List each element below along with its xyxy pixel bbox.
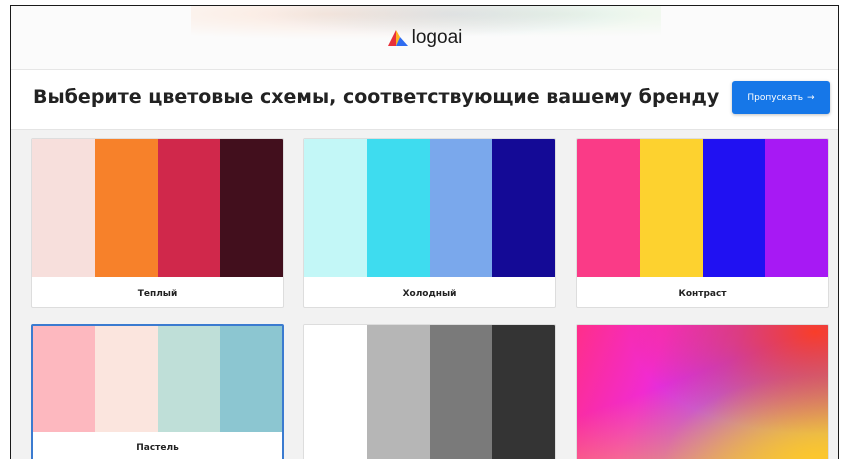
- triangle-logo-icon: [387, 29, 408, 46]
- color-swatch: [157, 139, 221, 277]
- page-title: Выберите цветовые схемы, соответствующие…: [33, 86, 720, 108]
- palette-swatches: [33, 326, 282, 432]
- color-swatch: [492, 139, 555, 277]
- color-swatch: [366, 325, 430, 459]
- color-swatch: [157, 326, 220, 432]
- color-swatch: [220, 139, 283, 277]
- color-swatch: [702, 139, 766, 277]
- palette-card-cold[interactable]: Холодный: [303, 138, 556, 308]
- color-swatch: [492, 325, 555, 459]
- color-swatch: [577, 139, 640, 277]
- color-swatch: [33, 326, 96, 432]
- palette-card-pastel[interactable]: Пастель: [31, 324, 284, 459]
- brand-name: logoai: [411, 26, 463, 48]
- palette-swatches: [32, 139, 283, 277]
- color-swatch: [765, 139, 828, 277]
- palette-card-contrast[interactable]: Контраст: [576, 138, 829, 308]
- color-swatch: [429, 325, 493, 459]
- color-swatch: [94, 139, 158, 277]
- palette-swatches: [577, 139, 828, 277]
- palette-label: Холодный: [402, 289, 457, 299]
- color-swatch: [304, 139, 367, 277]
- app-window: logoai Выберите цветовые схемы, соответс…: [10, 5, 839, 459]
- palette-swatches: [304, 325, 555, 459]
- palette-card-warm[interactable]: Теплый: [31, 138, 284, 308]
- top-bar: logoai: [11, 6, 838, 70]
- color-swatch: [429, 139, 493, 277]
- gradient-overlay: [577, 325, 828, 459]
- brand-logo[interactable]: logoai: [387, 26, 463, 49]
- palette-card-gradient[interactable]: [576, 324, 829, 459]
- color-swatch: [366, 139, 430, 277]
- page-header: Выберите цветовые схемы, соответствующие…: [11, 70, 838, 130]
- palette-label: Контраст: [678, 289, 727, 299]
- palette-card-grayscale[interactable]: [303, 324, 556, 459]
- color-swatch: [95, 326, 158, 432]
- color-swatch: [639, 139, 703, 277]
- skip-button-label: Пропускать: [747, 92, 804, 103]
- color-swatch: [32, 139, 95, 277]
- palette-label: Теплый: [137, 289, 178, 299]
- palette-label: Пастель: [136, 443, 179, 453]
- skip-button[interactable]: Пропускать →: [732, 81, 830, 114]
- color-swatch: [304, 325, 367, 459]
- palette-swatches: [304, 139, 555, 277]
- arrow-right-icon: →: [807, 92, 815, 103]
- color-swatch: [219, 326, 282, 432]
